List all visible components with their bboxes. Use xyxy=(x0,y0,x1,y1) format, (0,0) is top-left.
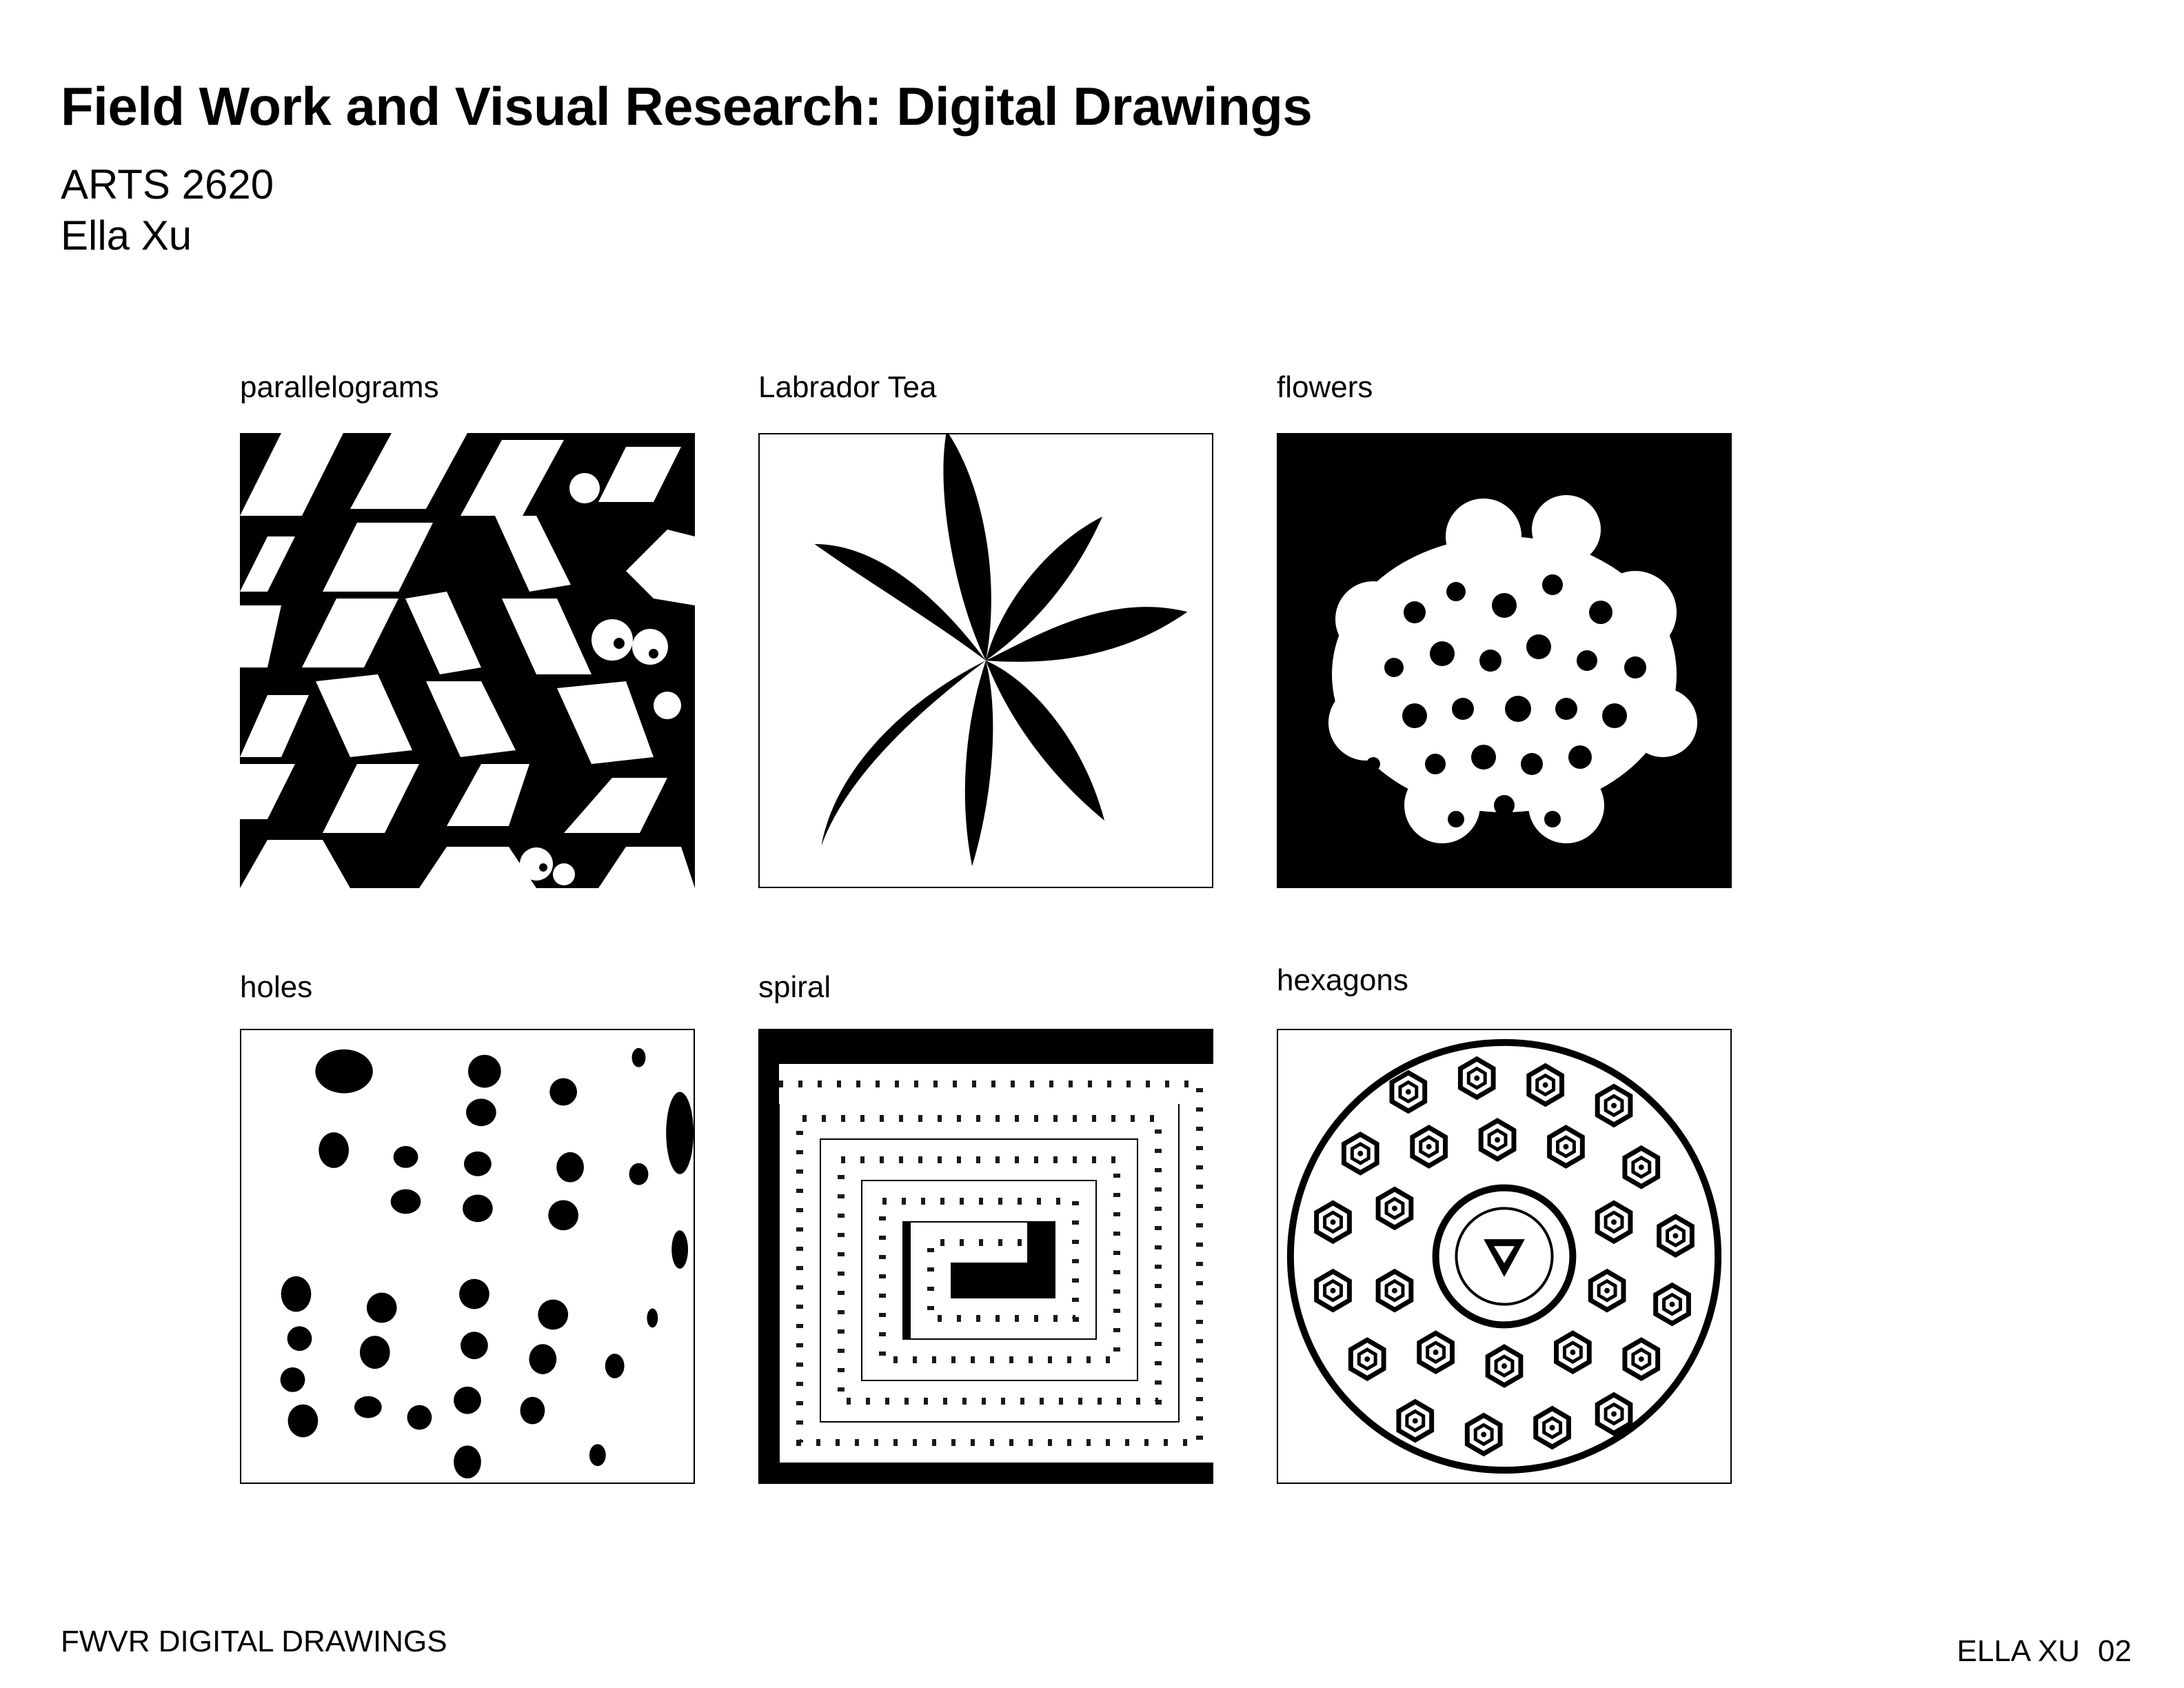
course-code: ARTS 2620 xyxy=(61,161,274,208)
spiral-svg xyxy=(758,1029,1213,1484)
hexagon-manhole-cover-drawing xyxy=(1277,1029,1732,1484)
author-name: Ella Xu xyxy=(61,212,192,259)
spiral-drawing xyxy=(758,1029,1213,1484)
footer-title: FWVR DIGITAL DRAWINGS xyxy=(61,1625,447,1658)
flower-cluster-drawing xyxy=(1277,433,1732,888)
panel-label-spiral: spiral xyxy=(758,970,831,1004)
page-title: Field Work and Visual Research: Digital … xyxy=(61,76,1313,137)
footer-page-info: ELLA XU 02 xyxy=(1957,1634,2132,1669)
labrador-tea-svg xyxy=(760,434,1212,887)
holes-pattern-drawing xyxy=(240,1029,695,1484)
page-number: 02 xyxy=(2098,1634,2132,1668)
panel-label-labrador-tea: Labrador Tea xyxy=(758,370,937,404)
panel-label-hexagons: hexagons xyxy=(1277,963,1408,997)
parallelogram-pattern-svg xyxy=(240,433,695,888)
footer-author: ELLA XU xyxy=(1957,1634,2081,1668)
hexagon-manhole-svg xyxy=(1278,1030,1730,1483)
parallelogram-pattern-drawing xyxy=(240,433,695,888)
panel-label-flowers: flowers xyxy=(1277,370,1373,404)
panel-label-parallelograms: parallelograms xyxy=(240,370,439,404)
labrador-tea-leaf-drawing xyxy=(758,433,1213,888)
flower-cluster-svg xyxy=(1277,433,1732,888)
holes-pattern-svg xyxy=(241,1030,694,1483)
panel-label-holes: holes xyxy=(240,970,313,1004)
